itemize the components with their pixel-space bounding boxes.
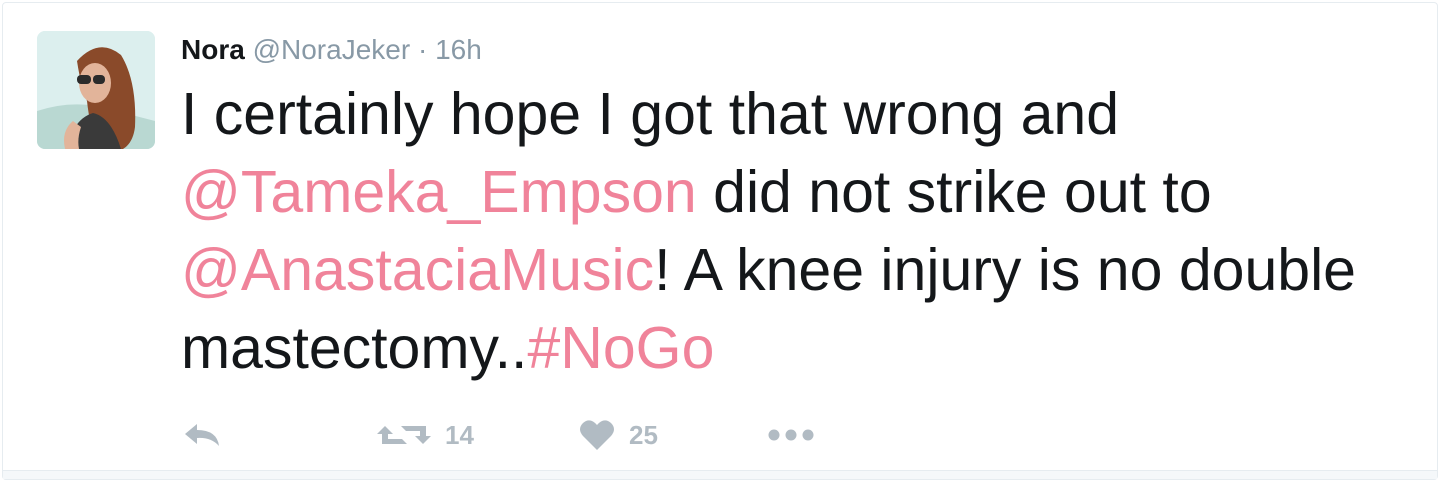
like-count: 25 — [629, 419, 658, 450]
heart-icon — [580, 420, 614, 450]
more-icon — [768, 429, 814, 441]
text-segment: did not strike out to — [696, 159, 1229, 225]
avatar-photo — [37, 31, 155, 149]
timestamp[interactable]: 16h — [435, 34, 482, 65]
mention-tameka[interactable]: @Tameka_Empson — [181, 159, 697, 225]
retweet-count: 14 — [445, 419, 474, 450]
user-handle[interactable]: @NoraJeker — [253, 34, 411, 65]
retweet-icon — [377, 426, 431, 444]
tweet-text: I certainly hope I got that wrong and @T… — [181, 75, 1401, 387]
card-footer — [3, 470, 1437, 479]
hashtag-nogo[interactable]: #NoGo — [527, 315, 714, 381]
like-button[interactable]: 25 — [579, 413, 658, 457]
more-button[interactable] — [767, 413, 815, 457]
tweet-card: Nora @NoraJeker · 16h I certainly hope I… — [2, 2, 1438, 480]
user-name[interactable]: Nora — [181, 34, 245, 65]
separator: · — [417, 34, 428, 65]
reply-button[interactable] — [181, 413, 223, 457]
avatar[interactable] — [37, 31, 155, 149]
reply-icon — [185, 424, 219, 446]
text-segment: I certainly hope I got that wrong and — [181, 81, 1136, 147]
mention-anastacia[interactable]: @AnastaciaMusic — [181, 237, 654, 303]
tweet-actions: 14 25 — [181, 413, 881, 457]
tweet-header: Nora @NoraJeker · 16h — [181, 33, 482, 67]
retweet-button[interactable]: 14 — [377, 413, 474, 457]
